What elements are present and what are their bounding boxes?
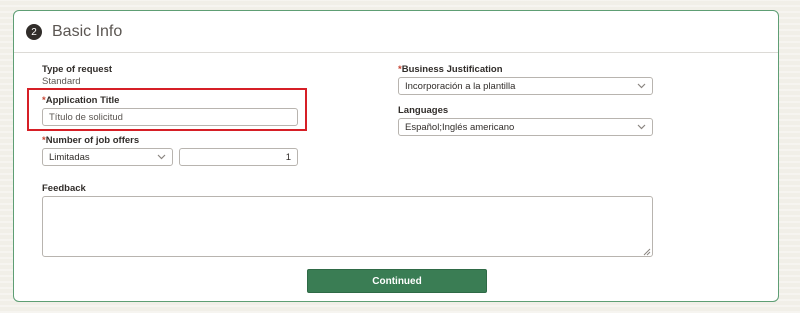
job-offers-count-value: 1 — [285, 151, 291, 163]
number-of-job-offers-label-text: Number of job offers — [45, 135, 140, 146]
business-justification-select[interactable]: Incorporación a la plantilla — [398, 77, 653, 95]
number-of-job-offers-label: *Number of job offers — [42, 135, 139, 146]
type-of-request-value: Standard — [42, 76, 81, 87]
continue-button[interactable]: Continued — [307, 269, 487, 293]
type-of-request-label: Type of request — [42, 64, 113, 75]
job-offers-type-value: Limitadas — [49, 151, 90, 163]
feedback-textarea[interactable] — [42, 196, 653, 257]
business-justification-label-text: Business Justification — [401, 64, 503, 75]
job-offers-type-select[interactable]: Limitadas — [42, 148, 173, 166]
business-justification-label: *Business Justification — [398, 64, 503, 75]
section-header: 2 Basic Info — [14, 11, 778, 53]
chevron-down-icon — [636, 81, 646, 91]
business-justification-value: Incorporación a la plantilla — [405, 80, 516, 92]
step-number-badge: 2 — [26, 24, 42, 40]
languages-value: Español;Inglés americano — [405, 121, 515, 133]
job-offers-count-input[interactable]: 1 — [179, 148, 298, 166]
basic-info-card: 2 Basic Info Type of request Standard *A… — [13, 10, 779, 302]
languages-label: Languages — [398, 105, 449, 116]
chevron-down-icon — [156, 152, 166, 162]
highlight-box — [27, 88, 307, 131]
resize-grip-icon[interactable] — [643, 247, 651, 256]
languages-select[interactable]: Español;Inglés americano — [398, 118, 653, 136]
section-title: Basic Info — [52, 23, 123, 40]
chevron-down-icon — [636, 122, 646, 132]
feedback-label: Feedback — [42, 183, 86, 194]
